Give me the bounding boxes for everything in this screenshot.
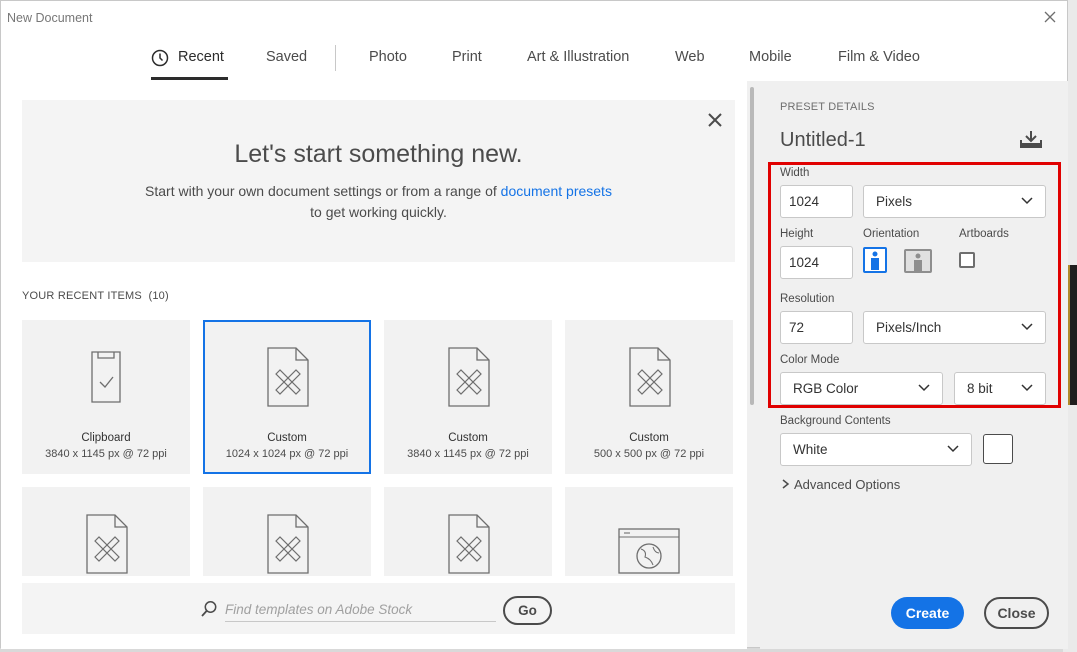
recent-items-count: (10) — [148, 290, 169, 302]
background-app-canvas — [1068, 265, 1077, 405]
web-globe-icon — [618, 528, 680, 574]
close-button[interactable]: Close — [984, 597, 1049, 629]
document-tools-icon — [86, 514, 128, 574]
stock-search-input[interactable] — [225, 598, 496, 622]
window-title: New Document — [7, 11, 93, 25]
document-tools-icon — [267, 347, 309, 407]
recent-item-name: Custom — [448, 432, 488, 444]
recent-item-name: Custom — [629, 432, 669, 444]
welcome-text: Start with your own document settings or… — [22, 181, 735, 223]
document-tools-icon — [267, 514, 309, 574]
welcome-heading: Let's start something new. — [234, 140, 523, 168]
recent-item-size: 3840 x 1145 px @ 72 ppi — [407, 448, 529, 460]
document-tools-icon — [448, 347, 490, 407]
preset-details-header: PRESET DETAILS — [780, 101, 875, 113]
chevron-right-icon — [782, 479, 790, 489]
recent-item-size: 1024 x 1024 px @ 72 ppi — [225, 448, 349, 460]
document-presets-link[interactable]: document presets — [501, 183, 612, 199]
tab-film-video[interactable]: Film & Video — [838, 49, 920, 65]
recent-item-size: 500 x 500 px @ 72 ppi — [593, 448, 705, 460]
save-preset-icon[interactable] — [1019, 130, 1043, 150]
recent-item-size: 3840 x 1145 px @ 72 ppi — [45, 448, 167, 460]
highlight-box — [768, 162, 1061, 408]
background-contents-label: Background Contents — [780, 415, 891, 427]
tab-divider — [335, 45, 336, 71]
close-icon[interactable] — [1041, 8, 1059, 26]
tab-recent[interactable]: Recent — [178, 49, 224, 65]
tab-art-illustration[interactable]: Art & Illustration — [527, 49, 629, 65]
create-button[interactable]: Create — [891, 597, 964, 629]
tab-web[interactable]: Web — [675, 49, 705, 65]
recent-item[interactable] — [565, 487, 733, 576]
recent-item-name: Custom — [267, 432, 307, 444]
go-button[interactable]: Go — [503, 596, 552, 625]
document-tools-icon — [448, 514, 490, 574]
titlebar: New Document — [1, 1, 1067, 35]
clipboard-icon — [91, 351, 121, 403]
recent-item[interactable]: Custom 500 x 500 px @ 72 ppi — [565, 320, 733, 474]
tab-saved[interactable]: Saved — [266, 49, 307, 65]
background-contents-select[interactable]: White — [780, 433, 972, 466]
recent-item[interactable]: Custom 3840 x 1145 px @ 72 ppi — [384, 320, 552, 474]
document-name-field[interactable]: Untitled-1 — [780, 129, 866, 152]
stock-search-bar: Go — [22, 583, 735, 634]
welcome-banner: Let's start something new. Start with yo… — [22, 100, 735, 262]
search-icon — [201, 601, 217, 617]
active-tab-indicator — [151, 77, 228, 80]
recent-item[interactable]: Clipboard 3840 x 1145 px @ 72 ppi — [22, 320, 190, 474]
tab-mobile[interactable]: Mobile — [749, 49, 792, 65]
category-tabs: Recent Saved Photo Print Art & Illustrat… — [1, 35, 1067, 81]
scrollbar[interactable] — [750, 87, 754, 405]
recent-items-label: YOUR RECENT ITEMS — [22, 290, 142, 302]
document-tools-icon — [629, 347, 671, 407]
tab-print[interactable]: Print — [452, 49, 482, 65]
recent-item-selected[interactable]: Custom 1024 x 1024 px @ 72 ppi — [203, 320, 371, 474]
recent-item-name: Clipboard — [81, 432, 131, 444]
background-contents-value: White — [793, 442, 828, 457]
clock-icon — [151, 49, 169, 67]
chevron-down-icon — [947, 445, 959, 453]
tab-photo[interactable]: Photo — [369, 49, 407, 65]
recent-items-header: YOUR RECENT ITEMS (10) — [22, 290, 169, 302]
recent-item[interactable] — [22, 487, 190, 576]
recent-pane: Let's start something new. Start with yo… — [1, 81, 747, 649]
welcome-text-prefix: Start with your own document settings or… — [145, 183, 501, 199]
close-icon[interactable] — [707, 112, 723, 128]
welcome-text-line2: to get working quickly. — [310, 204, 447, 220]
background-color-swatch[interactable] — [983, 434, 1013, 464]
recent-item[interactable] — [384, 487, 552, 576]
advanced-options-toggle[interactable]: Advanced Options — [782, 477, 900, 492]
recent-item[interactable] — [203, 487, 371, 576]
advanced-options-label: Advanced Options — [794, 477, 901, 492]
